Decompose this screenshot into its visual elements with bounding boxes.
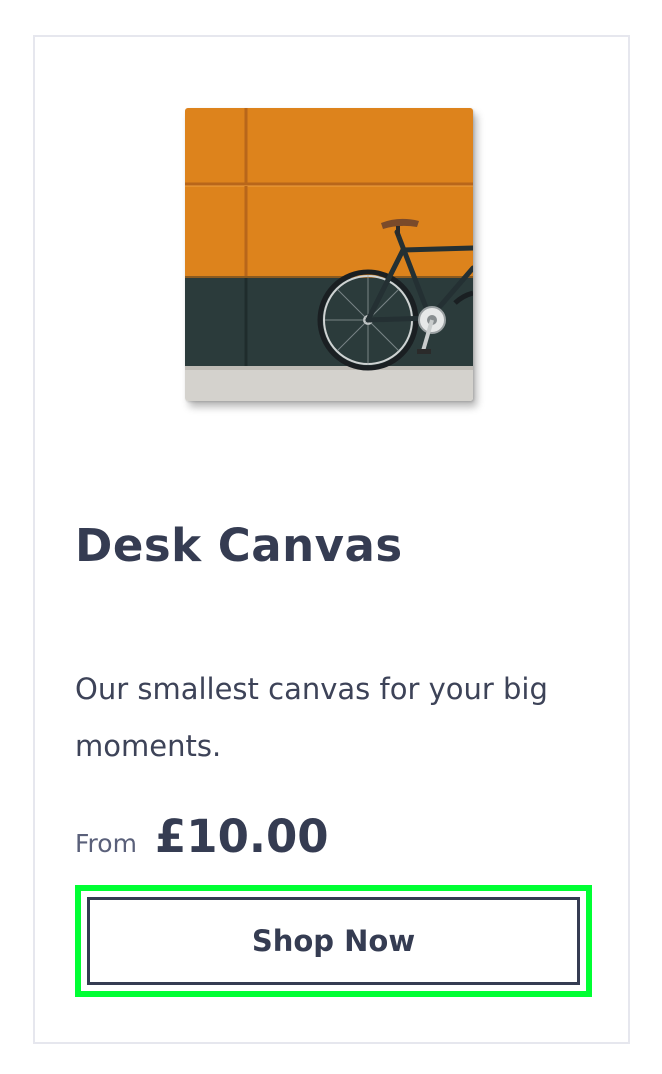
product-card: Desk Canvas Our smallest canvas for your…	[33, 35, 630, 1044]
price-prefix: From	[75, 829, 137, 858]
shop-now-button[interactable]: Shop Now	[87, 897, 580, 985]
price-value: £10.00	[154, 810, 329, 863]
price-row: From £10.00	[75, 810, 329, 863]
product-image[interactable]	[185, 108, 473, 401]
product-description: Our smallest canvas for your big moments…	[75, 672, 548, 763]
bicycle-canvas-icon	[185, 108, 473, 401]
product-title: Desk Canvas	[75, 519, 403, 572]
shop-now-highlight: Shop Now	[75, 885, 592, 997]
